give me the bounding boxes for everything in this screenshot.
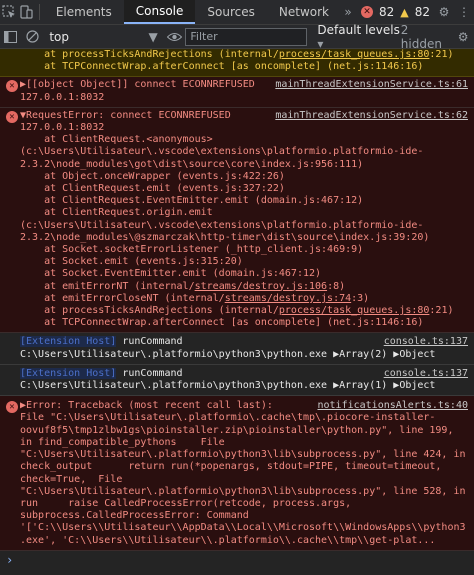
source-link[interactable]: streams/destroy.js:106 (195, 281, 327, 292)
stack-line: (c:\Users\Utilisateur\.vscode\extensions… (20, 146, 424, 158)
stack-line: at ClientRequest.emit (events.js:327:22) (20, 183, 285, 195)
traceback-line: run raise CalledProcessError(retcode, pr… (20, 497, 352, 509)
prompt-chevron-icon: › (6, 552, 14, 567)
tab-network[interactable]: Network (267, 0, 341, 24)
clear-console-icon[interactable] (22, 25, 44, 49)
traceback-line: File "C:\Users\Utilisateur\.platformio\.… (20, 412, 436, 424)
stack-line: at TCPConnectWrap.afterConnect [as oncom… (20, 317, 424, 329)
context-value: top (49, 29, 70, 44)
stack-line: 2.3.2\node_modules\got\dist\source\core\… (20, 158, 364, 170)
stack-line: at Socket.emit (events.js:315:20) (20, 256, 243, 268)
stack-line: (c:\Users\Utilisateur\.vscode\extensions… (20, 219, 424, 231)
source-link[interactable]: console.ts:137 (384, 368, 468, 380)
stack-line: at Socket.EventEmitter.emit (domain.js:4… (20, 268, 322, 280)
error-icon: ✕ (6, 401, 18, 414)
message-text: C:\Users\Utilisateur\.platformio\python3… (20, 348, 436, 360)
warning-count-icon: ▲ (400, 5, 409, 19)
log-levels-label: Default levels (317, 22, 400, 37)
log-levels-dropdown[interactable]: Default levels ▾ (317, 23, 400, 51)
source-link[interactable]: streams/destroy.js:74 (225, 293, 351, 304)
message-text: C:\Users\Utilisateur\.platformio\python3… (20, 380, 436, 392)
tab-sources[interactable]: Sources (195, 0, 266, 24)
stack-line: at processTicksAndRejections (internal/p… (20, 49, 454, 60)
console-settings-gear-icon[interactable]: ⚙ (452, 25, 474, 49)
stack-line: 2.3.2\node_modules\@szmarczak\http-timer… (20, 231, 430, 243)
stack-line: at TCPConnectWrap.afterConnect [as oncom… (20, 61, 424, 73)
traceback-line: check=True, File (20, 473, 123, 485)
chevron-right-double-icon[interactable]: » (341, 0, 355, 24)
filter-input[interactable]: Filter (185, 27, 308, 46)
traceback-line: subprocess.CalledProcessError: Command (20, 510, 249, 522)
console-message-log[interactable]: console.ts:137 [Extension Host] runComma… (0, 333, 474, 365)
sidebar-toggle-icon[interactable] (0, 25, 22, 49)
stack-line: at ClientRequest.EventEmitter.emit (doma… (20, 195, 364, 207)
traceback-line: "C:\Users\Utilisateur\.platformio\python… (20, 449, 466, 461)
context-selector[interactable]: top ▼ (43, 30, 163, 44)
console-message-warning[interactable]: at processTicksAndRejections (internal/p… (0, 49, 474, 78)
stack-line: 127.0.0.1:8032 (20, 122, 105, 134)
message-text: 127.0.0.1:8032 (20, 91, 105, 103)
traceback-line: '['C:\\Users\\Utilisateur\\AppData\\Loca… (20, 522, 466, 534)
error-count: 82 (378, 5, 395, 19)
tab-console[interactable]: Console (123, 0, 196, 24)
issue-counters[interactable]: » ✕ 82 ▲ 82 ⚙ ⋮ (341, 0, 474, 24)
stack-line: at ClientRequest.<anonymous> (20, 134, 213, 146)
error-icon: ✕ (6, 110, 18, 123)
traceback-line: in find_compatible_pythons File (20, 436, 225, 448)
console-message-error[interactable]: ✕ mainThreadExtensionService.ts:61 ▶[[ob… (0, 77, 474, 108)
source-link[interactable]: process/task_queues.js:80 (279, 305, 430, 316)
source-link[interactable]: console.ts:137 (384, 336, 468, 348)
tab-elements[interactable]: Elements (44, 0, 124, 24)
dropdown-arrow-icon: ▼ (148, 29, 158, 44)
inspect-element-icon[interactable] (0, 0, 18, 24)
console-prompt[interactable]: › (0, 551, 474, 569)
warning-count: 82 (414, 5, 431, 19)
console-toolbar: top ▼ Filter Default levels ▾ 2 hidden ⚙ (0, 22, 474, 51)
console-message-error[interactable]: ✕ notificationsAlerts.ts:40 ▶Error: Trac… (0, 396, 474, 551)
settings-gear-icon[interactable]: ⚙ (436, 0, 452, 24)
object-expander[interactable]: ▶Object (393, 349, 435, 360)
stack-line: at emitErrorCloseNT (internal/streams/de… (20, 292, 370, 304)
extension-host-tag: [Extension Host] (20, 367, 117, 379)
source-link[interactable]: process/task_queues.js:80 (279, 49, 430, 60)
traceback-line: oovuf8f5\tmp1zlbw1gs\pioinstaller.zip\pi… (20, 424, 454, 436)
hidden-messages-count: 2 hidden (400, 22, 442, 51)
source-link[interactable]: notificationsAlerts.ts:40 (317, 400, 468, 412)
console-message-log[interactable]: console.ts:137 [Extension Host] runComma… (0, 364, 474, 397)
console-log[interactable]: at processTicksAndRejections (internal/p… (0, 49, 474, 569)
stack-line: at Object.onceWrapper (events.js:422:26) (20, 170, 285, 182)
more-options-icon[interactable]: ⋮ (458, 0, 470, 24)
source-link[interactable]: mainThreadExtensionService.ts:61 (275, 79, 468, 91)
stack-line: at processTicksAndRejections (internal/p… (20, 305, 454, 317)
array-expander[interactable]: ▶Array(1) (333, 380, 387, 391)
stack-line: at emitErrorNT (internal/streams/destroy… (20, 280, 346, 292)
divider (39, 4, 40, 20)
error-count-icon: ✕ (360, 6, 373, 18)
stack-line: at ClientRequest.origin.emit (20, 207, 213, 219)
devtools-tabbar: Elements Console Sources Network » ✕ 82 … (0, 0, 474, 25)
traceback-line: "C:\Users\Utilisateur\.platformio\python… (20, 485, 466, 497)
error-icon: ✕ (6, 80, 18, 93)
live-expression-eye-icon[interactable] (164, 25, 186, 49)
extension-host-tag: [Extension Host] (20, 336, 117, 348)
source-link[interactable]: mainThreadExtensionService.ts:62 (275, 110, 468, 122)
device-toolbar-icon[interactable] (18, 0, 36, 24)
traceback-line: check_output return run(*popenargs, stdo… (20, 461, 442, 473)
object-expander[interactable]: ▶Object (393, 380, 435, 391)
traceback-line: .exe', 'C:\\Users\\Utilisateur\\.platfor… (20, 534, 436, 546)
array-expander[interactable]: ▶Array(2) (333, 349, 387, 360)
stack-line: at Socket.socketErrorListener (_http_cli… (20, 244, 364, 256)
console-message-error[interactable]: ✕ mainThreadExtensionService.ts:62 ▼Requ… (0, 107, 474, 334)
